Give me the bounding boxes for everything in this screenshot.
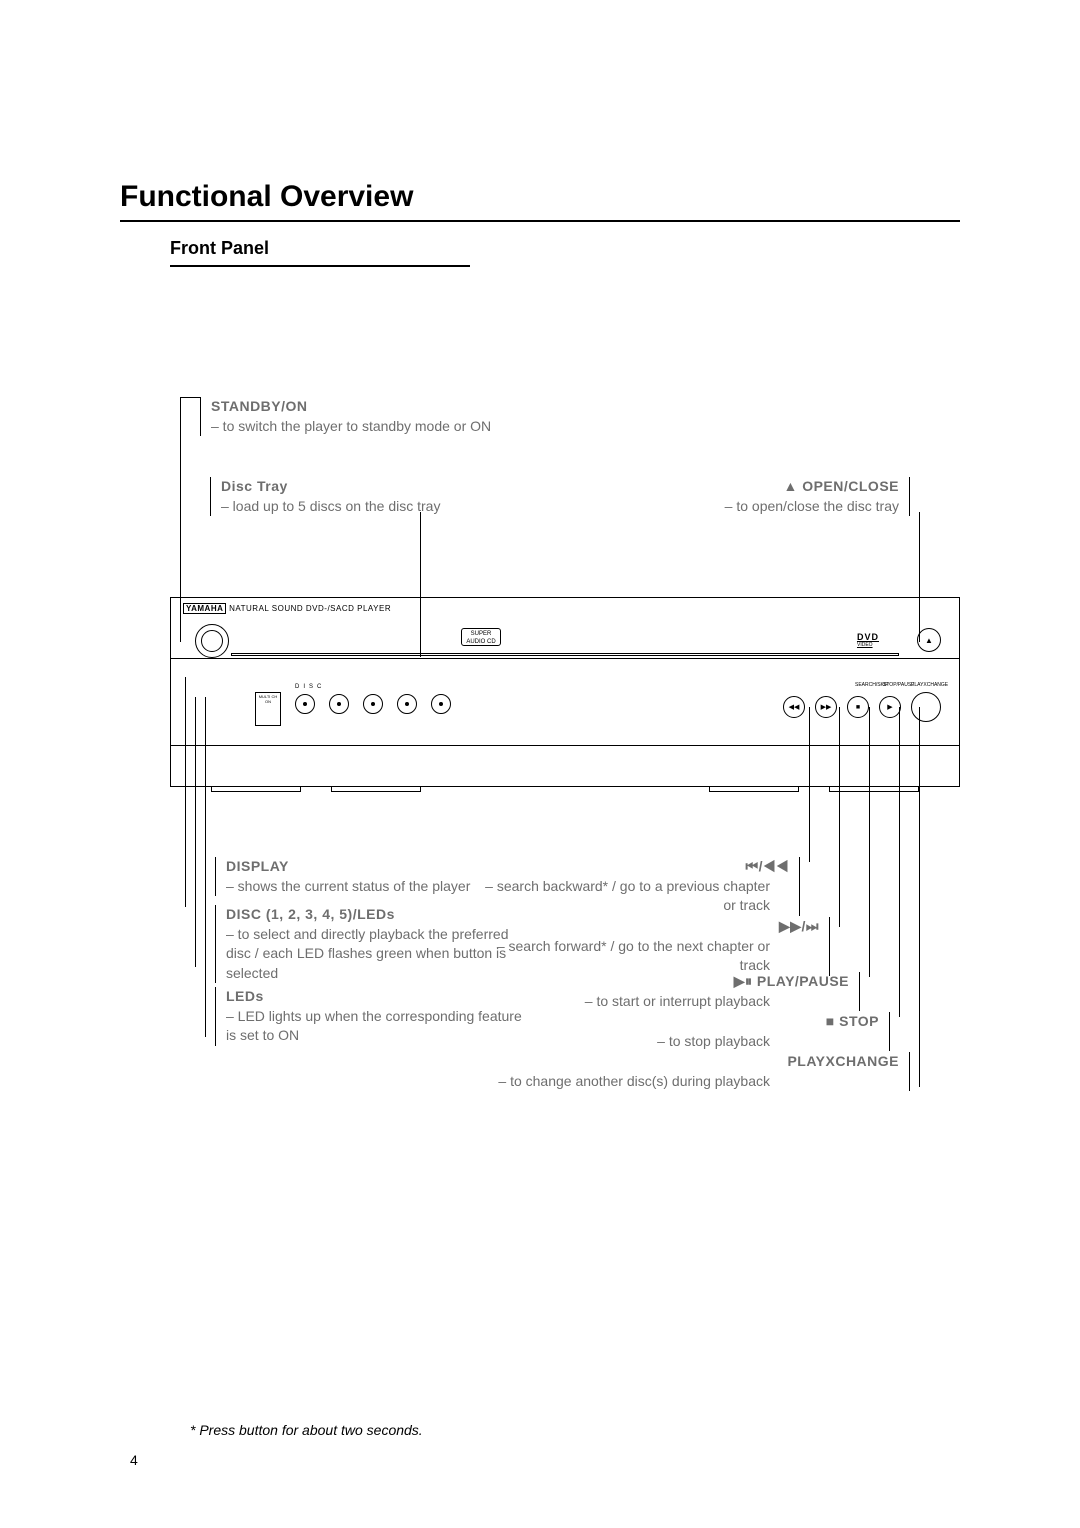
disc-2-button[interactable] xyxy=(329,694,349,714)
callout-desc: – to stop playback xyxy=(470,1032,770,1052)
section-heading: Front Panel xyxy=(170,238,470,267)
callout-desc: – to change another disc(s) during playb… xyxy=(470,1072,770,1092)
callout-title: STANDBY/ON xyxy=(211,397,500,417)
foot xyxy=(709,786,799,792)
page-title: Functional Overview xyxy=(120,180,960,222)
foot xyxy=(331,786,421,792)
callout-title: ▶▶/⏭ xyxy=(470,917,819,937)
page-number: 4 xyxy=(130,1452,138,1468)
dvd-text: DVD xyxy=(857,632,879,642)
open-close-button[interactable]: ▲ xyxy=(917,628,941,652)
callout-title: ⏮/◀◀ xyxy=(470,857,789,877)
yamaha-logo: YAMAHA xyxy=(183,603,226,614)
foot xyxy=(829,786,919,792)
label-search-skip: SEARCH/SKIP xyxy=(855,682,877,688)
callout-stop: ■ STOP – to stop playback xyxy=(470,1012,890,1051)
callout-standby: STANDBY/ON – to switch the player to sta… xyxy=(200,397,500,436)
callout-title: ▲ OPEN/CLOSE xyxy=(630,477,899,497)
play-pause-button[interactable]: ▶ xyxy=(879,696,901,718)
brand-sub: NATURAL SOUND DVD-/SACD PLAYER xyxy=(229,604,391,613)
transport-labels: SEARCH/SKIP STOP/PAUSE PLAYXCHANGE xyxy=(855,682,941,688)
callout-desc: – to start or interrupt playback xyxy=(470,992,770,1012)
callout-title: ▶⏸ PLAY/PAUSE xyxy=(470,972,849,992)
footnote: * Press button for about two seconds. xyxy=(190,1422,423,1438)
disc-tray-slot[interactable] xyxy=(231,653,899,656)
sacd-badge: SUPER AUDIO CD xyxy=(461,628,501,646)
label-stop-pause: STOP/PAUSE xyxy=(883,682,905,688)
stop-button[interactable]: ■ xyxy=(847,696,869,718)
callout-play-pause: ▶⏸ PLAY/PAUSE – to start or interrupt pl… xyxy=(470,972,860,1011)
disc-5-button[interactable] xyxy=(431,694,451,714)
front-panel-diagram: STANDBY/ON – to switch the player to sta… xyxy=(120,397,960,1177)
callout-title: PLAYXCHANGE xyxy=(470,1052,899,1072)
dvd-badge: DVD VIDEO xyxy=(857,632,879,648)
disc-label: DISC xyxy=(295,684,325,690)
standby-button[interactable] xyxy=(195,624,229,658)
callout-desc: – load up to 5 discs on the disc tray xyxy=(221,497,510,517)
search-fwd-button[interactable]: ▶▶ xyxy=(815,696,837,718)
disc-3-button[interactable] xyxy=(363,694,383,714)
search-back-button[interactable]: ◀◀ xyxy=(783,696,805,718)
callout-desc: – search backward* / go to a previous ch… xyxy=(470,877,770,916)
callout-playxchange: PLAYXCHANGE – to change another disc(s) … xyxy=(470,1052,910,1091)
disc-1-button[interactable] xyxy=(295,694,315,714)
callout-title: Disc Tray xyxy=(221,477,510,497)
callout-disc-tray: Disc Tray – load up to 5 discs on the di… xyxy=(210,477,510,516)
disc-4-button[interactable] xyxy=(397,694,417,714)
dvd-sub: VIDEO xyxy=(857,642,879,648)
device-outline: YAMAHA NATURAL SOUND DVD-/SACD PLAYER SU… xyxy=(170,597,960,787)
foot xyxy=(211,786,301,792)
disc-buttons xyxy=(295,694,451,714)
callout-prev: ⏮/◀◀ – search backward* / go to a previo… xyxy=(470,857,800,916)
multich-indicator: MULTI CH ON xyxy=(255,692,281,726)
label-playxchange: PLAYXCHANGE xyxy=(911,682,941,688)
callout-desc: – search forward* / go to the next chapt… xyxy=(470,937,770,976)
callout-desc: – to open/close the disc tray xyxy=(630,497,899,517)
playxchange-button[interactable] xyxy=(911,692,941,722)
callout-desc: – to switch the player to standby mode o… xyxy=(211,417,500,437)
brand-label: YAMAHA NATURAL SOUND DVD-/SACD PLAYER xyxy=(183,604,391,613)
callout-next: ▶▶/⏭ – search forward* / go to the next … xyxy=(470,917,830,976)
callout-open-close: ▲ OPEN/CLOSE – to open/close the disc tr… xyxy=(630,477,910,516)
callout-title: ■ STOP xyxy=(470,1012,879,1032)
transport-controls: ◀◀ ▶▶ ■ ▶ xyxy=(783,692,941,722)
